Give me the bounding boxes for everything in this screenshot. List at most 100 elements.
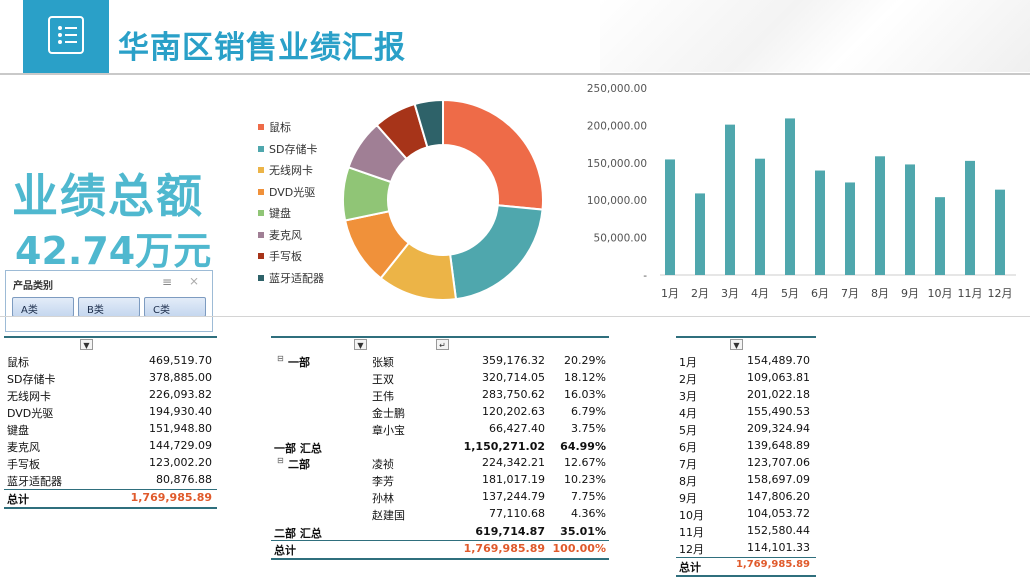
month-label: 3月 (679, 390, 697, 403)
staff-name: 凌祯 (372, 458, 394, 471)
bar-7 (845, 182, 855, 275)
legend-label: 麦克风 (269, 228, 302, 242)
product-name: 无线网卡 (7, 390, 51, 403)
product-value: 226,093.82 (149, 388, 212, 401)
staff-name: 章小宝 (372, 424, 405, 437)
product-name: 麦克风 (7, 441, 40, 454)
staff-pct: 7.75% (571, 490, 606, 503)
y-tick-label: 50,000.00 (594, 233, 647, 245)
staff-name: 王双 (372, 373, 394, 386)
x-tick-label: 2月 (691, 287, 709, 300)
staff-pct: 10.23% (564, 473, 606, 486)
legend-swatch (258, 145, 264, 152)
month-label: 2月 (679, 373, 697, 386)
bar-11 (965, 160, 975, 275)
month-label: 5月 (679, 424, 697, 437)
staff-value: 120,202.63 (482, 405, 545, 418)
staff-name: 金士鹏 (372, 407, 405, 420)
bar-9 (905, 164, 915, 275)
dropdown-filter-icon[interactable]: ▼ (354, 339, 367, 350)
product-value: 194,930.40 (149, 405, 212, 418)
dropdown-filter-icon[interactable]: ▼ (80, 339, 93, 350)
month-value: 154,489.70 (747, 354, 810, 367)
table-bottom-rule (4, 507, 217, 509)
slicer-item-c[interactable]: C类 (144, 297, 206, 317)
total-rule (4, 489, 217, 490)
legend-label: 蓝牙适配器 (269, 271, 324, 285)
section-divider (0, 316, 1030, 317)
dept-label: 一部 (288, 356, 310, 369)
staff-name: 孙林 (372, 492, 394, 505)
total-value: 1,769,985.89 (735, 559, 810, 570)
legend-label: 键盘 (269, 207, 291, 220)
x-tick-label: 8月 (871, 287, 889, 300)
bar-10 (935, 197, 945, 275)
header-menu-tile[interactable] (23, 0, 109, 73)
legend-swatch (258, 231, 264, 238)
legend-swatch (258, 167, 264, 173)
multi-select-icon[interactable]: ≡ (162, 275, 172, 289)
total-label: 总计 (7, 493, 29, 506)
month-value: 114,101.33 (747, 541, 810, 554)
month-value: 209,324.94 (747, 422, 810, 435)
month-value: 123,707.06 (747, 456, 810, 469)
product-name: 蓝牙适配器 (7, 475, 62, 488)
bar-3 (725, 124, 735, 275)
legend-swatch (258, 253, 264, 259)
slicer-item-b[interactable]: B类 (78, 297, 140, 317)
legend-entry: 蓝牙适配器 (258, 270, 324, 285)
month-label: 7月 (679, 458, 697, 471)
legend-label: DVD光驱 (269, 185, 316, 199)
x-tick-label: 5月 (781, 287, 799, 300)
legend-entry: 鼠标 (258, 119, 291, 134)
staff-pct: 4.36% (571, 507, 606, 520)
bar-6 (815, 170, 825, 275)
staff-pct: 18.12% (564, 371, 606, 384)
table-bottom-rule (676, 575, 816, 577)
legend-entry: 键盘 (258, 205, 291, 220)
month-label: 12月 (679, 543, 704, 556)
staff-value: 66,427.40 (489, 422, 545, 435)
collapse-icon[interactable]: ⊟ (277, 354, 284, 363)
product-name: 鼠标 (7, 356, 29, 369)
legend-entry: 手写板 (258, 248, 302, 263)
staff-pct: 3.75% (571, 422, 606, 435)
x-tick-label: 1月 (661, 287, 679, 300)
total-label: 总计 (679, 561, 701, 574)
staff-value: 283,750.62 (482, 388, 545, 401)
total-value: 1,769,985.89 (463, 542, 545, 555)
product-name: 键盘 (7, 424, 29, 437)
legend-entry: 无线网卡 (258, 162, 313, 177)
month-label: 10月 (679, 509, 704, 522)
x-tick-label: 4月 (751, 287, 769, 300)
month-value: 152,580.44 (747, 524, 810, 537)
y-tick-label: 100,000.00 (587, 195, 647, 207)
bar-12 (995, 189, 1005, 275)
collapse-icon[interactable]: ⊟ (277, 456, 284, 465)
month-value: 155,490.53 (747, 405, 810, 418)
subtotal-value: 619,714.87 (475, 525, 545, 538)
total-rule (271, 540, 609, 541)
dropdown-filter-icon[interactable]: ▼ (730, 339, 743, 350)
x-tick-label: 9月 (901, 287, 919, 300)
y-tick-label: - (643, 270, 647, 282)
staff-value: 137,244.79 (482, 490, 545, 503)
legend-swatch (258, 188, 264, 195)
total-label: 总计 (274, 544, 296, 557)
dropdown-filter-icon[interactable]: ↵ (436, 339, 449, 350)
clear-filter-icon[interactable]: ⨯ (189, 274, 199, 288)
x-tick-label: 11月 (958, 287, 983, 300)
month-value: 201,022.18 (747, 388, 810, 401)
legend-label: 无线网卡 (269, 164, 313, 177)
slicer-item-a[interactable]: A类 (12, 297, 74, 317)
product-value: 151,948.80 (149, 422, 212, 435)
month-label: 1月 (679, 356, 697, 369)
page-title: 华南区销售业绩汇报 (118, 30, 406, 66)
month-label: 4月 (679, 407, 697, 420)
staff-name: 李芳 (372, 475, 394, 488)
table-top-rule (4, 336, 217, 338)
bar-1 (665, 159, 675, 275)
month-label: 11月 (679, 526, 704, 539)
table-top-rule (271, 336, 609, 338)
header-divider (0, 73, 1030, 75)
